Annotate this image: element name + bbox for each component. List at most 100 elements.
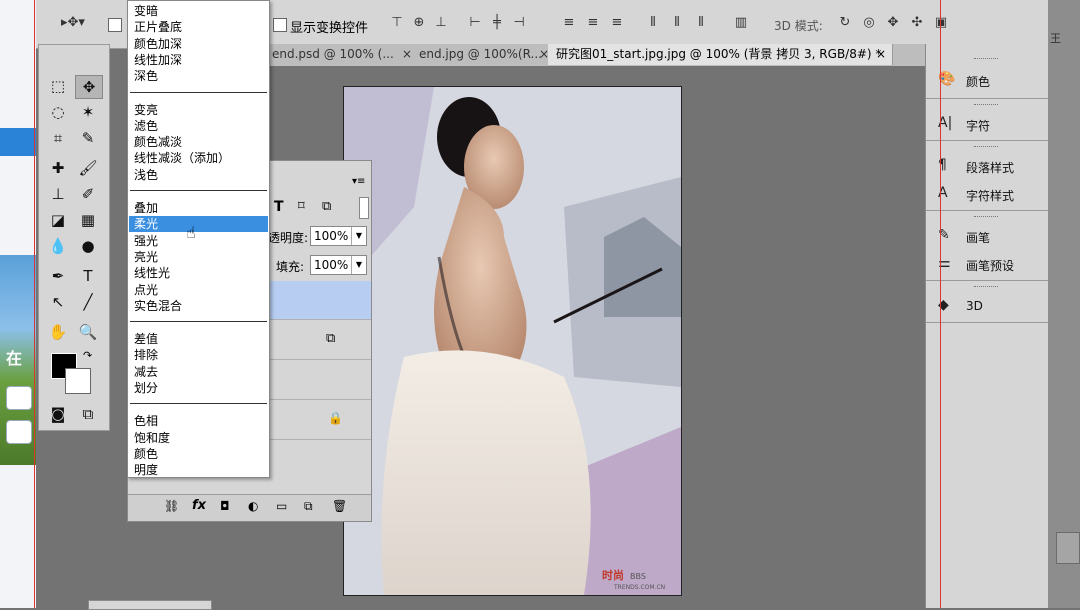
show-transform-checkbox[interactable] bbox=[273, 18, 287, 32]
chevron-down-icon[interactable]: ▼ bbox=[351, 227, 366, 245]
hand-tool-icon[interactable]: ✋ bbox=[45, 321, 71, 343]
blend-mode-item[interactable]: 线性减淡（添加） bbox=[134, 150, 230, 166]
marquee-tool-icon[interactable]: ⬚ bbox=[45, 75, 71, 97]
document-tab[interactable]: end.psd @ 100% (... × bbox=[264, 44, 419, 65]
align-bottom-icon[interactable]: ⊥ bbox=[432, 14, 450, 32]
type-tool-icon[interactable]: T bbox=[75, 265, 101, 287]
blend-mode-item[interactable]: 颜色 bbox=[134, 446, 158, 462]
blend-mode-item[interactable]: 划分 bbox=[134, 380, 158, 396]
blend-mode-item[interactable]: 明度 bbox=[134, 462, 158, 478]
3d-roll-icon[interactable]: ◎ bbox=[860, 14, 878, 32]
opacity-input[interactable]: 100% ▼ bbox=[310, 226, 367, 246]
lasso-tool-icon[interactable]: ◌ bbox=[45, 101, 71, 123]
history-brush-icon[interactable]: ✐ bbox=[75, 183, 101, 205]
blur-tool-icon[interactable]: 💧 bbox=[45, 235, 71, 257]
messenger-icon[interactable] bbox=[6, 420, 32, 444]
document-tab[interactable]: end.jpg @ 100%(R... × bbox=[411, 44, 556, 65]
healing-brush-icon[interactable]: ✚ bbox=[45, 157, 71, 179]
crop-tool-icon[interactable]: ⌗ bbox=[45, 127, 71, 149]
brush-tool-icon[interactable]: 🖌 bbox=[75, 157, 101, 179]
panel-grip[interactable] bbox=[974, 58, 998, 61]
path-select-icon[interactable]: ↖ bbox=[45, 291, 71, 313]
blend-mode-item[interactable]: 差值 bbox=[134, 331, 158, 347]
blend-mode-item[interactable]: 柔光 bbox=[129, 216, 268, 233]
new-group-icon[interactable]: ▭ bbox=[276, 499, 287, 513]
filter-type-icon[interactable]: T bbox=[274, 199, 284, 215]
panel-grip[interactable] bbox=[974, 286, 998, 289]
3d-rotate-icon[interactable]: ↻ bbox=[836, 14, 854, 32]
document-canvas-image[interactable]: 时尚 BBS TRENDS.COM.CN bbox=[343, 86, 682, 596]
add-mask-icon[interactable]: ◘ bbox=[220, 499, 230, 513]
3d-slide-icon[interactable]: ✣ bbox=[908, 14, 926, 32]
swap-colors-icon[interactable]: ↷ bbox=[83, 349, 92, 362]
messenger-icon[interactable] bbox=[6, 386, 32, 410]
3d-scale-icon[interactable]: ▣ bbox=[932, 14, 950, 32]
fill-input[interactable]: 100% ▼ bbox=[310, 255, 367, 275]
panel-character-style[interactable]: A 字符样式 bbox=[926, 180, 1048, 208]
chevron-down-icon[interactable]: ▼ bbox=[351, 256, 366, 274]
panel-character[interactable]: A| 字符 bbox=[926, 110, 1048, 138]
align-hcenter-icon[interactable]: ╪ bbox=[488, 14, 506, 32]
desktop-button[interactable] bbox=[1056, 532, 1080, 564]
blend-mode-item[interactable]: 减去 bbox=[134, 364, 158, 380]
panel-color[interactable]: 🎨 颜色 bbox=[926, 66, 1048, 94]
filter-toggle[interactable] bbox=[359, 197, 369, 219]
background-color-swatch[interactable] bbox=[65, 368, 91, 394]
delete-layer-icon[interactable]: 🗑 bbox=[332, 499, 347, 513]
document-tab-active[interactable]: 研究图01_start.jpg.jpg @ 100% (背景 拷贝 3, RGB… bbox=[548, 44, 893, 65]
blend-mode-item[interactable]: 实色混合 bbox=[134, 298, 182, 314]
panel-3d[interactable]: ◆ 3D bbox=[926, 292, 1048, 320]
magic-wand-icon[interactable]: ✶ bbox=[75, 101, 101, 123]
eyedropper-icon[interactable]: ✎ bbox=[75, 127, 101, 149]
quick-mask-icon[interactable]: ◙ bbox=[45, 403, 71, 425]
blend-mode-item[interactable]: 强光 bbox=[134, 233, 158, 249]
pen-tool-icon[interactable]: ✒ bbox=[45, 265, 71, 287]
distribute-hcenter-icon[interactable]: ⫴ bbox=[668, 14, 686, 32]
panel-menu-icon[interactable]: ▾≡ bbox=[352, 176, 365, 187]
link-layers-icon[interactable]: ⛓ bbox=[164, 499, 179, 513]
blend-mode-item[interactable]: 叠加 bbox=[134, 200, 158, 216]
line-tool-icon[interactable]: ╱ bbox=[75, 291, 101, 313]
blend-mode-item[interactable]: 亮光 bbox=[134, 249, 158, 265]
align-top-icon[interactable]: ⊤ bbox=[388, 14, 406, 32]
blend-mode-item[interactable]: 变亮 bbox=[134, 102, 158, 118]
align-vcenter-icon[interactable]: ⊕ bbox=[410, 14, 428, 32]
blend-mode-item[interactable]: 饱和度 bbox=[134, 430, 170, 446]
blend-mode-item[interactable]: 点光 bbox=[134, 282, 158, 298]
blend-mode-item[interactable]: 线性加深 bbox=[134, 52, 182, 68]
panel-grip[interactable] bbox=[974, 146, 998, 149]
panel-brush[interactable]: ✎ 画笔 bbox=[926, 222, 1048, 250]
blend-mode-item[interactable]: 排除 bbox=[134, 347, 158, 363]
blend-mode-item[interactable]: 色相 bbox=[134, 413, 158, 429]
distribute-left-icon[interactable]: ⫴ bbox=[644, 14, 662, 32]
align-right-icon[interactable]: ⊣ bbox=[510, 14, 528, 32]
distribute-right-icon[interactable]: ⫴ bbox=[692, 14, 710, 32]
clone-stamp-icon[interactable]: ⊥ bbox=[45, 183, 71, 205]
new-layer-icon[interactable]: ⧉ bbox=[304, 499, 313, 514]
adjustment-layer-icon[interactable]: ◐ bbox=[248, 499, 258, 513]
panel-brush-presets[interactable]: ⚌ 画笔预设 bbox=[926, 250, 1048, 278]
3d-drag-icon[interactable]: ✥ bbox=[884, 14, 902, 32]
blend-mode-item[interactable]: 线性光 bbox=[134, 265, 170, 281]
panel-grip[interactable] bbox=[974, 216, 998, 219]
move-tool-preset-icon[interactable]: ▸✥▾ bbox=[58, 14, 88, 32]
screen-mode-icon[interactable]: ⧉ bbox=[75, 403, 101, 425]
zoom-tool-icon[interactable]: 🔍 bbox=[75, 321, 101, 343]
gradient-tool-icon[interactable]: ▦ bbox=[75, 209, 101, 231]
dodge-tool-icon[interactable]: ● bbox=[75, 235, 101, 257]
move-tool-icon[interactable]: ✥ bbox=[75, 75, 103, 99]
blend-mode-item[interactable]: 颜色加深 bbox=[134, 36, 182, 52]
blend-mode-item[interactable]: 正片叠底 bbox=[134, 19, 182, 35]
panel-grip[interactable] bbox=[974, 104, 998, 107]
blend-mode-item[interactable]: 深色 bbox=[134, 68, 158, 84]
filter-shape-icon[interactable]: ⌑ bbox=[298, 199, 305, 214]
panel-paragraph-style[interactable]: ¶ 段落样式 bbox=[926, 152, 1048, 180]
distribute-vcenter-icon[interactable]: ≡ bbox=[584, 14, 602, 32]
blend-mode-dropdown[interactable]: 变暗 正片叠底 颜色加深 线性加深 深色 变亮 滤色 颜色减淡 线性减淡（添加） 浅色 叠加 柔光 强光… bbox=[127, 0, 270, 478]
blend-mode-item[interactable]: 变暗 bbox=[134, 3, 158, 19]
distribute-top-icon[interactable]: ≡ bbox=[560, 14, 578, 32]
auto-align-icon[interactable]: ▥ bbox=[732, 14, 750, 32]
align-left-icon[interactable]: ⊢ bbox=[466, 14, 484, 32]
minimized-panel[interactable] bbox=[88, 600, 212, 610]
distribute-bottom-icon[interactable]: ≡ bbox=[608, 14, 626, 32]
